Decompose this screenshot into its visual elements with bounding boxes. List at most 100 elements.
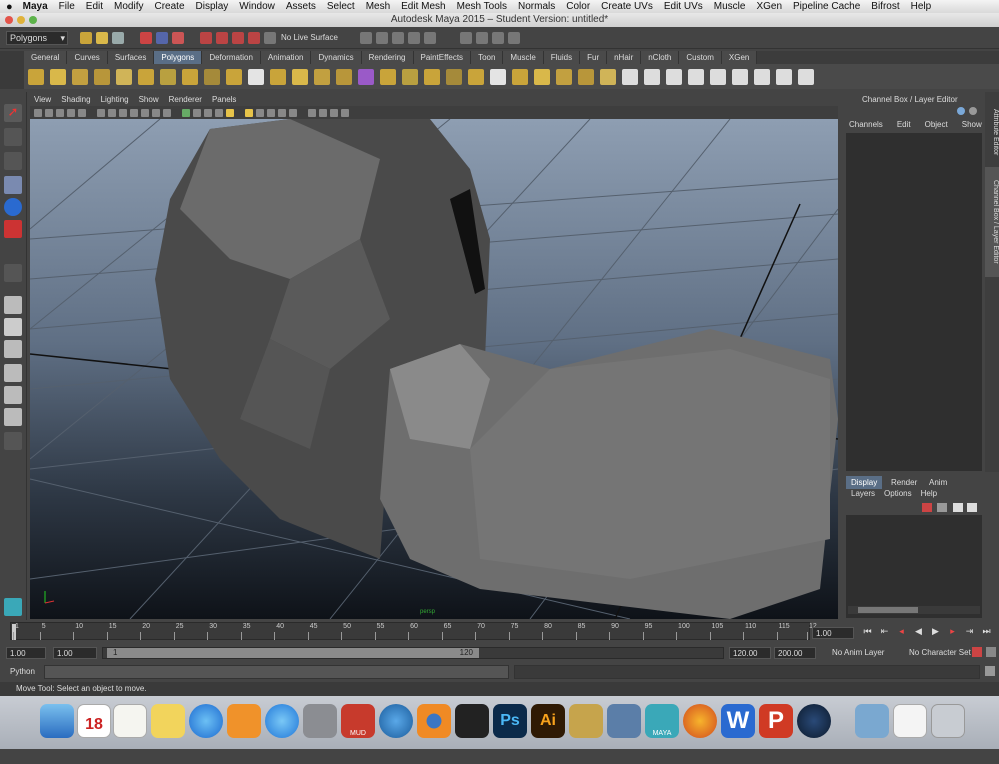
go-to-start-icon[interactable]: ⏮ [863,627,872,636]
firefox-icon[interactable] [683,704,717,738]
viewport-lock-camera-icon[interactable] [45,108,53,117]
system-preferences-icon[interactable] [303,704,337,738]
playback-end-field[interactable]: 120.00 [729,647,771,659]
select-tool-icon[interactable]: ➚ [4,104,22,122]
shelf-tab-ncloth[interactable]: nCloth [641,51,680,64]
viewport-menu-shading[interactable]: Shading [61,94,90,106]
outliner-layout-icon[interactable] [4,386,22,404]
toggle-attribute-editor-icon[interactable] [475,31,488,44]
shelf-tab-muscle[interactable]: Muscle [503,51,544,64]
viewport-textured-icon[interactable] [215,108,223,117]
hypershade-icon[interactable] [423,31,436,44]
tab-render[interactable]: Render [886,476,922,489]
photoshop-icon[interactable]: Ps [493,704,527,738]
shelf-plane-icon[interactable] [116,68,132,85]
menu-xgen[interactable]: XGen [756,1,782,12]
shelf-sphere-icon[interactable] [28,68,44,85]
channel-box-help-icon[interactable] [957,107,965,115]
viewport-menu-view[interactable]: View [34,94,51,106]
viewport-wireframe-icon[interactable] [182,108,190,117]
blue-fish-app-icon[interactable] [379,704,413,738]
shelf-helix-icon[interactable] [226,68,242,85]
shelf-extrude-icon[interactable] [512,68,528,85]
viewport-select-camera-icon[interactable] [34,108,42,117]
menu-help[interactable]: Help [911,1,932,12]
viewport-bookmarks-icon[interactable] [67,108,75,117]
current-frame-field[interactable]: 1.00 [812,627,854,639]
close-window-button[interactable] [5,16,13,24]
notes-icon[interactable] [151,704,185,738]
viewport-isolate-select-icon[interactable] [289,108,297,117]
shelf-insert-loop-icon[interactable] [600,68,616,85]
select-component-icon[interactable] [172,31,184,44]
viewport-lights-icon[interactable] [226,108,234,117]
shelf-smooth-icon[interactable] [380,68,396,85]
shelf-platonic-icon[interactable] [270,68,286,85]
shelf-auto-map-icon[interactable] [732,68,748,85]
mudbox-icon[interactable]: MUD [341,704,375,738]
play-backwards-icon[interactable]: ◀ [914,627,923,636]
viewport-menu-renderer[interactable]: Renderer [169,94,202,106]
shelf-cube-icon[interactable] [50,68,66,85]
scale-tool-icon[interactable] [4,220,22,238]
render-icon[interactable] [375,31,388,44]
viewport-smooth-shade-icon[interactable] [193,108,201,117]
menu-edit-mesh[interactable]: Edit Mesh [401,1,445,12]
shelf-planar-map-icon[interactable] [710,68,726,85]
channel-box-area[interactable] [846,133,982,471]
unity-icon[interactable] [455,704,489,738]
preview-icon[interactable] [569,704,603,738]
range-slider-handle[interactable]: 1 120 [107,648,479,658]
viewport-gate-mask-icon[interactable] [130,108,138,117]
trash-icon[interactable] [931,704,965,738]
shelf-soccer-ball-icon[interactable] [248,68,264,85]
snap-point-icon[interactable] [232,31,244,44]
menu-set-select[interactable]: Polygons [6,30,68,45]
menu-file[interactable]: File [59,1,75,12]
menu-muscle[interactable]: Muscle [714,1,746,12]
step-forward-frame-icon[interactable]: ⇥ [965,627,974,636]
viewport-anti-aliasing-icon[interactable] [278,108,286,117]
toggle-modeling-toolkit-icon[interactable] [459,31,472,44]
menu-window[interactable]: Window [239,1,275,12]
hypershade-layout-icon[interactable] [4,408,22,426]
shelf-tab-fluids[interactable]: Fluids [543,51,581,64]
shelf-cylinder-icon[interactable] [72,68,88,85]
maya-dock-icon[interactable]: MAYA [645,704,679,738]
shelf-boolean-icon[interactable] [358,68,374,85]
viewport-field-chart-icon[interactable] [141,108,149,117]
anim-prefs-icon[interactable] [986,647,996,657]
tab-display[interactable]: Display [846,476,883,489]
word-icon[interactable]: W [721,704,755,738]
shelf-tab-nhair[interactable]: nHair [607,51,642,64]
shelf-spherical-map-icon[interactable] [776,68,792,85]
viewport-shadows-icon[interactable] [245,108,253,117]
single-perspective-layout-icon[interactable] [4,296,22,314]
viewport-shade-wireframe-icon[interactable] [204,108,212,117]
viewport-resolution-gate-icon[interactable] [119,108,127,117]
shelf-quadrangulate-icon[interactable] [468,68,484,85]
shelf-append-icon[interactable] [556,68,572,85]
four-view-layout-icon[interactable] [4,318,22,336]
script-editor-icon[interactable] [985,666,995,676]
time-slider[interactable]: 1 5 10 15 20 25 30 35 40 45 50 55 60 65 70 75 80 85 90 95 10… [10,622,817,640]
shelf-tab-curves[interactable]: Curves [67,51,108,64]
menu-bifrost[interactable]: Bifrost [871,1,899,12]
step-back-frame-icon[interactable]: ⇤ [880,627,889,636]
menu-mesh-tools[interactable]: Mesh Tools [457,1,507,12]
applications-folder-icon[interactable] [855,704,889,738]
channel-box-menu-channels[interactable]: Channels [846,120,883,132]
menu-display[interactable]: Display [196,1,229,12]
persp-outliner-layout-icon[interactable] [4,364,22,382]
channel-box-menu-edit[interactable]: Edit [894,120,911,132]
open-scene-icon[interactable] [96,31,108,44]
step-back-key-icon[interactable]: ◂ [897,627,906,636]
shelf-tab-custom[interactable]: Custom [679,51,722,64]
shelf-tab-toon[interactable]: Toon [471,51,504,64]
snap-curve-icon[interactable] [216,31,228,44]
viewport-xray-icon[interactable] [308,108,316,117]
menu-select[interactable]: Select [327,1,355,12]
viewport-menu-panels[interactable]: Panels [212,94,236,106]
menu-assets[interactable]: Assets [286,1,316,12]
layers-menu[interactable]: Layers [851,489,875,498]
